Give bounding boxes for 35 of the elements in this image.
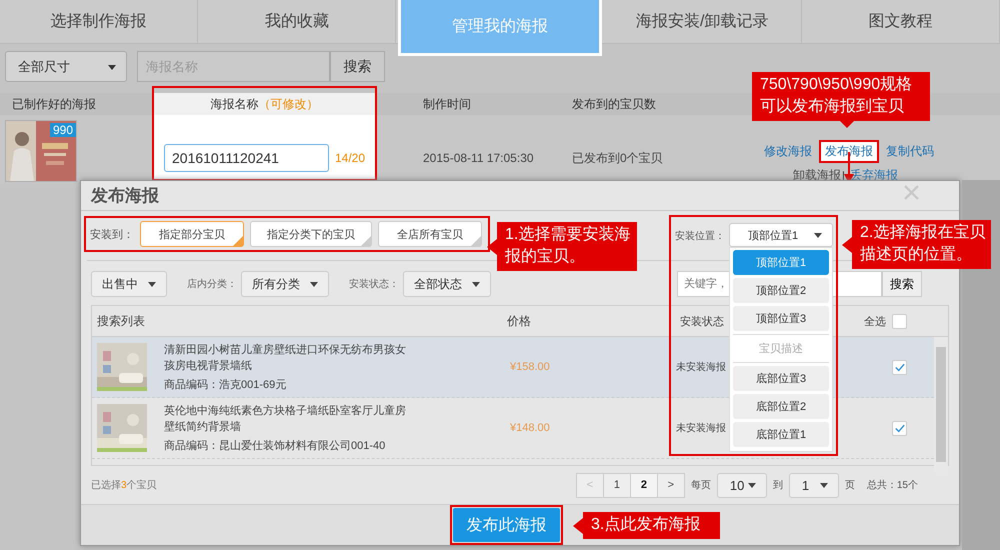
column-header: 全选 — [864, 314, 886, 329]
total-count: 总共：15个 — [866, 478, 918, 492]
callout: 3.点此发布海报 — [573, 512, 720, 539]
callout: 750\790\950\990规格 可以发布海报到宝贝 — [752, 72, 930, 128]
price: ¥158.00 — [510, 361, 551, 374]
created-time: 2015-08-11 17:05:30 — [422, 150, 535, 165]
char-count: 14/20 — [335, 151, 366, 165]
column-header: 安装状态 — [680, 314, 724, 329]
product-code: 商品编码：浩克001-69元 — [164, 378, 288, 392]
product-title: 清新田园小树苗儿童房壁纸进口环保无纺布男孩女孩房电视背景墙纸 — [164, 342, 407, 374]
page-label: 页 — [844, 479, 855, 492]
position-label: 安装位置： — [675, 230, 725, 244]
per-page-label: 每页 — [690, 479, 711, 492]
install-status: 未安装海报 — [676, 422, 726, 436]
column-header: 搜索列表 — [96, 312, 146, 330]
published-count: 已发布到0个宝贝 — [572, 150, 664, 166]
goto-label: 到 — [772, 479, 783, 492]
column-header: 海报名称 — [210, 96, 258, 112]
column-note: （可修改） — [258, 96, 318, 112]
install-state-label: 安装状态： — [349, 278, 399, 292]
install-status: 未安装海报 — [676, 360, 726, 374]
selected-count: 已选择3个宝贝 — [91, 478, 157, 492]
callout: 2.选择海报在宝贝 描述页的位置。 — [842, 220, 990, 269]
price: ¥148.00 — [510, 422, 551, 434]
dialog-title: 发布海报 — [91, 185, 159, 208]
column-header: 制作时间 — [422, 96, 472, 112]
column-header: 发布到的宝贝数 — [572, 96, 657, 112]
column-header: 已制作好的海报 — [11, 96, 97, 112]
column-header: 价格 — [507, 312, 532, 330]
install-to-label: 安装到： — [90, 228, 134, 242]
product-title: 英伦地中海纯纸素色方块格子墙纸卧室客厅儿童房壁纸简约背景墙 — [164, 404, 407, 436]
category-label: 店内分类： — [187, 278, 237, 292]
size-badge: 990 — [50, 123, 76, 137]
product-code: 商品编码：昆山爱仕装饰材料有限公司001-40 — [164, 438, 386, 454]
callout: 1.选择需要安装海 报的宝贝。 — [487, 222, 637, 271]
